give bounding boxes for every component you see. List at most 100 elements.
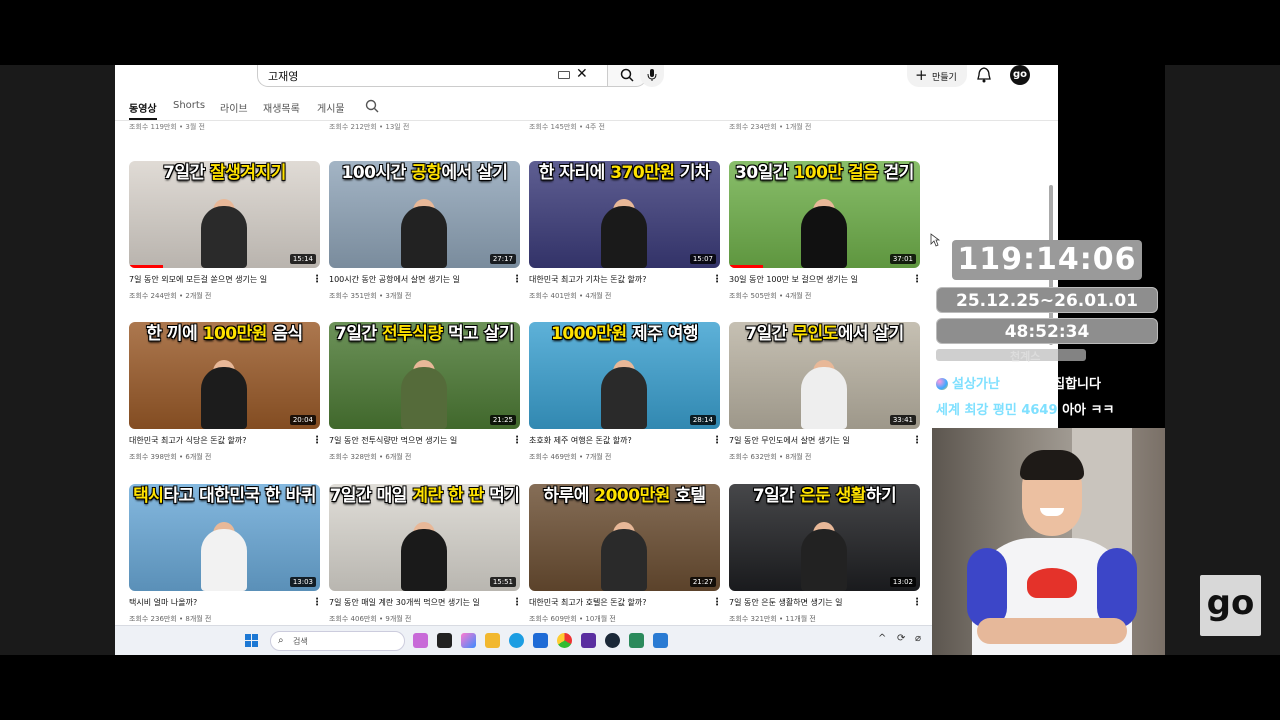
video-title[interactable]: 7일 동안 전투식량만 먹으면 생기는 일 xyxy=(329,435,504,446)
video-title[interactable]: 대한민국 최고가 호텔은 돈값 할까? xyxy=(529,597,704,608)
avatar[interactable]: go xyxy=(1010,65,1030,85)
chat-line: 설상가난 PD랑 편집합니다 xyxy=(936,373,1101,392)
video-thumbnail[interactable]: 1000만원 제주 여행 28:14 xyxy=(529,322,720,429)
video-title[interactable]: 택시비 얼마 나올까? xyxy=(129,597,304,608)
stream-timer: 119:14:06 xyxy=(952,240,1142,280)
video-thumbnail[interactable]: 7일간 잘생겨지기 15:14 xyxy=(129,161,320,268)
video-card[interactable]: 30일간 100만 걸음 걷기 37:01 30일 동안 100만 보 걸으면 … xyxy=(729,161,922,300)
search-input[interactable]: 고재영 ✕ xyxy=(257,65,607,87)
video-title[interactable]: 대한민국 최고가 기차는 돈값 할까? xyxy=(529,274,704,285)
steam-icon[interactable] xyxy=(605,633,620,648)
keyboard-icon[interactable] xyxy=(558,71,570,79)
more-options-icon[interactable]: ⋮ xyxy=(912,435,922,446)
video-card[interactable]: 한 자리에 370만원 기차 15:07 대한민국 최고가 기차는 돈값 할까?… xyxy=(529,161,722,300)
video-title[interactable]: 7일 동안 매일 계란 30개씩 먹으면 생기는 일 xyxy=(329,597,504,608)
more-options-icon[interactable]: ⋮ xyxy=(312,597,322,608)
video-meta: 조회수 351만회 • 3개월 전 xyxy=(329,292,412,300)
tab-posts[interactable]: 게시물 xyxy=(317,100,345,115)
video-duration: 27:17 xyxy=(489,254,516,264)
copilot-icon[interactable] xyxy=(461,633,476,648)
store-icon[interactable] xyxy=(533,633,548,648)
clear-icon[interactable]: ✕ xyxy=(576,66,588,82)
more-options-icon[interactable]: ⋮ xyxy=(712,274,722,285)
video-thumbnail[interactable]: 7일간 매일 계란 한 판 먹기 15:51 xyxy=(329,484,520,591)
video-title[interactable]: 7일 동안 은둔 생활하면 생기는 일 xyxy=(729,597,904,608)
tab-playlists[interactable]: 재생목록 xyxy=(263,100,300,115)
more-options-icon[interactable]: ⋮ xyxy=(912,597,922,608)
video-duration: 15:14 xyxy=(289,254,316,264)
video-title[interactable]: 초호화 제주 여행은 돈값 할까? xyxy=(529,435,704,446)
more-options-icon[interactable]: ⋮ xyxy=(912,274,922,285)
chrome-icon[interactable] xyxy=(557,633,572,648)
video-title[interactable]: 대한민국 최고가 식당은 돈값 할까? xyxy=(129,435,304,446)
video-thumbnail[interactable]: 한 자리에 370만원 기차 15:07 xyxy=(529,161,720,268)
video-thumbnail[interactable]: 한 끼에 100만원 음식 20:04 xyxy=(129,322,320,429)
notepad-icon[interactable] xyxy=(629,633,644,648)
video-thumbnail[interactable]: 택시타고 대한민국 한 바퀴 13:03 xyxy=(129,484,320,591)
video-thumbnail[interactable]: 7일간 무인도에서 살기 33:41 xyxy=(729,322,920,429)
more-options-icon[interactable]: ⋮ xyxy=(312,435,322,446)
video-card[interactable]: 7일간 매일 계란 한 판 먹기 15:51 7일 동안 매일 계란 30개씩 … xyxy=(329,484,522,623)
video-card[interactable]: 택시타고 대한민국 한 바퀴 13:03 택시비 얼마 나올까? ⋮ 조회수 2… xyxy=(129,484,322,623)
photos-icon[interactable] xyxy=(653,633,668,648)
youtube-channel-page: 고재영 ✕ + 만들기 go 동영상 Shorts 라이브 재생목록 게시물 조… xyxy=(115,65,1058,655)
channel-search-icon[interactable] xyxy=(365,99,379,113)
tab-videos[interactable]: 동영상 xyxy=(129,100,157,115)
nexon-icon[interactable] xyxy=(581,633,596,648)
file-explorer-icon[interactable] xyxy=(485,633,500,648)
video-card[interactable]: 한 끼에 100만원 음식 20:04 대한민국 최고가 식당은 돈값 할까? … xyxy=(129,322,322,461)
more-options-icon[interactable]: ⋮ xyxy=(512,274,522,285)
windows-start-icon[interactable] xyxy=(245,634,259,648)
video-card[interactable]: 7일간 잘생겨지기 15:14 7일 동안 외모에 모든걸 쏟으면 생기는 일 … xyxy=(129,161,322,300)
video-title[interactable]: 7일 동안 외모에 모든걸 쏟으면 생기는 일 xyxy=(129,274,304,285)
video-meta: 조회수 406만회 • 9개월 전 xyxy=(329,615,412,623)
video-card[interactable]: 100시간 공항에서 살기 27:17 100시간 동안 공항에서 살면 생기는… xyxy=(329,161,522,300)
video-duration: 21:25 xyxy=(489,415,516,425)
search-icon: ⌕ xyxy=(278,635,284,646)
more-options-icon[interactable]: ⋮ xyxy=(512,435,522,446)
tray-chevron-icon[interactable]: ^ xyxy=(878,633,886,644)
video-thumbnail[interactable]: 7일간 은둔 생활하기 13:02 xyxy=(729,484,920,591)
thumbnail-person xyxy=(801,367,847,429)
video-thumbnail[interactable]: 100시간 공항에서 살기 27:17 xyxy=(329,161,520,268)
video-card[interactable]: 1000만원 제주 여행 28:14 초호화 제주 여행은 돈값 할까? ⋮ 조… xyxy=(529,322,722,461)
video-card[interactable]: 7일간 전투식량 먹고 살기 21:25 7일 동안 전투식량만 먹으면 생기는… xyxy=(329,322,522,461)
more-options-icon[interactable]: ⋮ xyxy=(312,274,322,285)
chat-message: PD랑 편집합니다 xyxy=(1004,377,1101,392)
more-options-icon[interactable]: ⋮ xyxy=(712,597,722,608)
task-view-icon[interactable] xyxy=(437,633,452,648)
tray-network-icon[interactable]: ⌀ xyxy=(915,633,921,644)
video-meta: 조회수 401만회 • 4개월 전 xyxy=(529,292,612,300)
video-duration: 33:41 xyxy=(889,415,916,425)
video-thumbnail[interactable]: 하루에 2000만원 호텔 21:27 xyxy=(529,484,720,591)
thumbnail-person xyxy=(201,206,247,268)
more-options-icon[interactable]: ⋮ xyxy=(712,435,722,446)
video-card[interactable]: 7일간 은둔 생활하기 13:02 7일 동안 은둔 생활하면 생기는 일 ⋮ … xyxy=(729,484,922,623)
create-button[interactable]: + 만들기 xyxy=(907,65,967,87)
video-card[interactable]: 하루에 2000만원 호텔 21:27 대한민국 최고가 호텔은 돈값 할까? … xyxy=(529,484,722,623)
watch-progress-bar xyxy=(729,265,764,268)
voice-search-button[interactable] xyxy=(640,65,664,87)
video-meta: 조회수 244만회 • 2개월 전 xyxy=(129,292,212,300)
bell-icon[interactable] xyxy=(977,67,991,83)
video-thumbnail[interactable]: 7일간 전투식량 먹고 살기 21:25 xyxy=(329,322,520,429)
thumbnail-caption: 한 끼에 100만원 음식 xyxy=(146,324,303,344)
tab-live[interactable]: 라이브 xyxy=(220,100,248,115)
streamer-webcam xyxy=(932,428,1165,655)
thumbnail-caption: 한 자리에 370만원 기차 xyxy=(538,163,711,183)
video-meta: 조회수 398만회 • 6개월 전 xyxy=(129,453,212,461)
video-title[interactable]: 30일 동안 100만 보 걸으면 생기는 일 xyxy=(729,274,904,285)
edge-icon[interactable] xyxy=(509,633,524,648)
tab-shorts[interactable]: Shorts xyxy=(173,100,205,111)
tray-sync-icon[interactable]: ⟳ xyxy=(897,633,905,644)
video-title[interactable]: 7일 동안 무인도에서 살면 생기는 일 xyxy=(729,435,904,446)
channel-logo-badge: go xyxy=(1200,575,1261,636)
video-thumbnail[interactable]: 30일간 100만 걸음 걷기 37:01 xyxy=(729,161,920,268)
channel-tabs: 동영상 Shorts 라이브 재생목록 게시물 xyxy=(115,93,1058,121)
thumbnail-person xyxy=(401,529,447,591)
widgets-icon[interactable] xyxy=(413,633,428,648)
taskbar-search[interactable]: ⌕ 검색 xyxy=(270,631,405,651)
video-card[interactable]: 7일간 무인도에서 살기 33:41 7일 동안 무인도에서 살면 생기는 일 … xyxy=(729,322,922,461)
more-options-icon[interactable]: ⋮ xyxy=(512,597,522,608)
video-title[interactable]: 100시간 동안 공항에서 살면 생기는 일 xyxy=(329,274,504,285)
